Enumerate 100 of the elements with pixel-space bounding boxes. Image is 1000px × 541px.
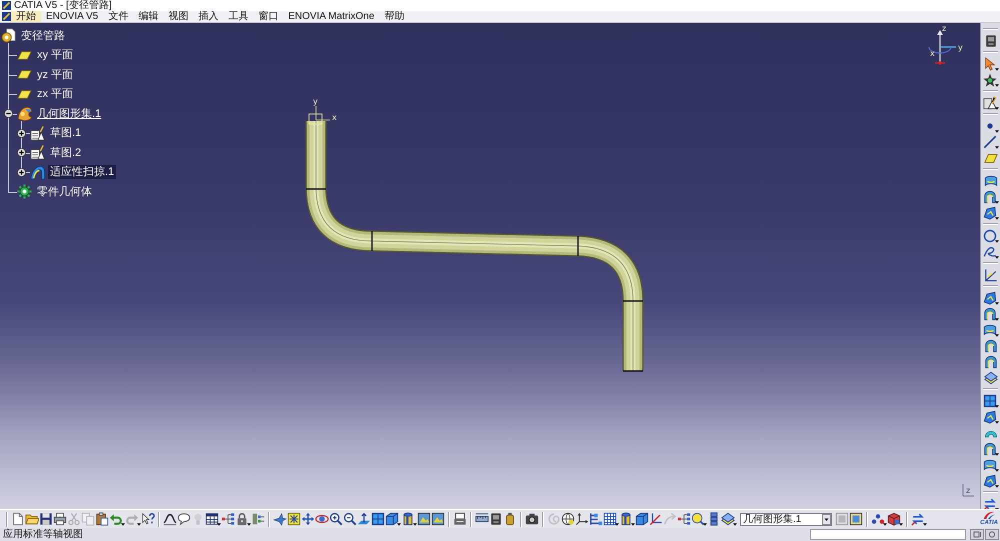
layers-icon[interactable] [721,512,735,526]
four-views-icon[interactable] [371,512,385,526]
table-icon[interactable] [205,512,219,526]
image-icon[interactable] [417,512,431,526]
arch-icon[interactable] [984,355,998,369]
canister-icon[interactable] [503,512,517,526]
dropdown-arrow-icon[interactable] [994,84,998,87]
dropdown-arrow-icon[interactable] [615,523,619,526]
patch-icon[interactable] [982,291,996,305]
dropdown-arrow-icon[interactable] [413,523,417,526]
rotate-icon[interactable] [315,512,329,526]
folder-icon[interactable] [25,512,39,526]
dropdown-arrow-icon[interactable] [994,302,998,305]
circle-icon[interactable] [982,229,996,243]
fit-all-icon[interactable] [287,512,301,526]
axis-icon[interactable] [649,512,663,526]
part-icon[interactable] [1,28,16,44]
tree-item[interactable]: 变径管路 [19,28,67,43]
tree-item[interactable]: 几何图形集.1 [35,106,104,121]
tree-item[interactable]: 草图.2 [48,146,84,160]
globe-icon[interactable] [561,512,575,526]
dropdown-arrow-icon[interactable] [994,130,998,133]
ring-icon[interactable] [985,529,999,540]
dropdown-arrow-icon[interactable] [994,405,998,408]
dropdown-arrow-icon[interactable] [923,523,927,526]
menu-item[interactable]: 帮助 [379,11,410,22]
dropdown-arrow-icon[interactable] [994,318,998,321]
surface-icon[interactable] [982,458,996,472]
speech-bubble-icon[interactable] [177,512,191,526]
dropdown-arrow-icon[interactable] [631,523,635,526]
block-icon[interactable] [887,512,901,526]
square-icon[interactable] [970,529,984,540]
dropdown-arrow-icon[interactable] [883,523,887,526]
patch-icon[interactable] [982,206,996,220]
menu-item[interactable]: ENOVIA V5 [41,11,104,22]
panel-icon[interactable] [251,512,265,526]
dropdown-arrow-icon[interactable] [247,523,251,526]
dropdown-arrow-icon[interactable] [994,107,998,110]
padlock-icon[interactable] [235,512,249,526]
zoom-in-icon[interactable] [329,512,343,526]
compass-drawing[interactable] [928,30,956,65]
grid-icon[interactable] [603,512,617,526]
geometry-set-icon[interactable] [17,106,32,122]
dropdown-arrow-icon[interactable] [994,217,998,220]
frame-icon[interactable] [849,512,863,526]
clipboard-icon[interactable] [95,512,109,526]
gear-icon[interactable] [17,184,32,200]
expand-icon[interactable] [16,168,26,177]
arch-icon[interactable] [984,339,998,353]
sketch-icon[interactable] [30,126,45,141]
tree-diagram-icon[interactable] [221,512,235,526]
cube-icon[interactable] [635,512,649,526]
surface-icon[interactable] [984,174,998,188]
page-icon[interactable] [11,512,25,526]
menu-item[interactable]: 插入 [193,11,224,22]
plane-icon[interactable] [984,151,998,165]
menu-item[interactable]: 视图 [163,11,194,22]
expand-icon[interactable] [16,128,26,138]
swap-arrows-icon[interactable] [982,497,996,509]
hide-show-icon[interactable] [453,512,467,526]
device-icon[interactable] [489,512,503,526]
camera-icon[interactable] [525,512,539,526]
help-pointer-icon[interactable] [141,512,155,526]
printer-icon[interactable] [53,512,67,526]
tree-item[interactable]: yz 平面 [35,68,76,82]
corner-icon[interactable] [984,268,998,282]
dropdown-arrow-icon[interactable] [121,523,125,526]
dropdown-arrow-icon[interactable] [703,523,707,526]
dropdown-arrow-icon[interactable] [994,256,998,259]
sketch-icon[interactable] [30,145,45,160]
arch-icon[interactable] [982,442,996,456]
tree-item[interactable]: 适应性扫掠.1 [48,165,116,180]
four-views-icon[interactable] [982,394,996,408]
dropdown-arrow-icon[interactable] [733,523,737,526]
surface-icon[interactable] [982,323,996,337]
dots-icon[interactable] [871,512,885,526]
pan-icon[interactable] [301,512,315,526]
menu-item[interactable]: 开始 [11,11,41,22]
dropdown-arrow-icon[interactable] [994,68,998,71]
arch-icon[interactable] [982,190,996,204]
command-input-field[interactable] [810,529,966,540]
zoom-out-icon[interactable] [343,512,357,526]
star-icon[interactable] [982,73,996,87]
tree-item[interactable]: zx 平面 [35,87,76,102]
menu-item[interactable]: 工具 [223,11,254,22]
dropdown-arrow-icon[interactable] [217,523,221,526]
menu-item[interactable]: ENOVIA MatrixOne [283,11,380,22]
collapse-icon[interactable] [4,109,12,118]
tree-diagram-icon[interactable] [677,512,691,526]
line-icon[interactable] [982,135,996,149]
dropdown-arrow-icon[interactable] [994,485,998,488]
pointer-icon[interactable] [982,57,996,71]
dropdown-arrow-icon[interactable] [994,240,998,243]
3d-viewport[interactable]: y x z y x z 变径管路 xy 平面 yz 平面 zx 平面 几何图形集.1 草图.1 草图.2 适应性扫掠.1 零件几何体 [0,23,980,509]
dropdown-arrow-icon[interactable] [899,523,903,526]
dropdown-arrow-icon[interactable] [994,453,998,456]
flight-icon[interactable] [273,512,287,526]
hierarchy-icon[interactable] [589,512,603,526]
patch-icon[interactable] [982,474,996,488]
image-icon[interactable] [431,512,445,526]
